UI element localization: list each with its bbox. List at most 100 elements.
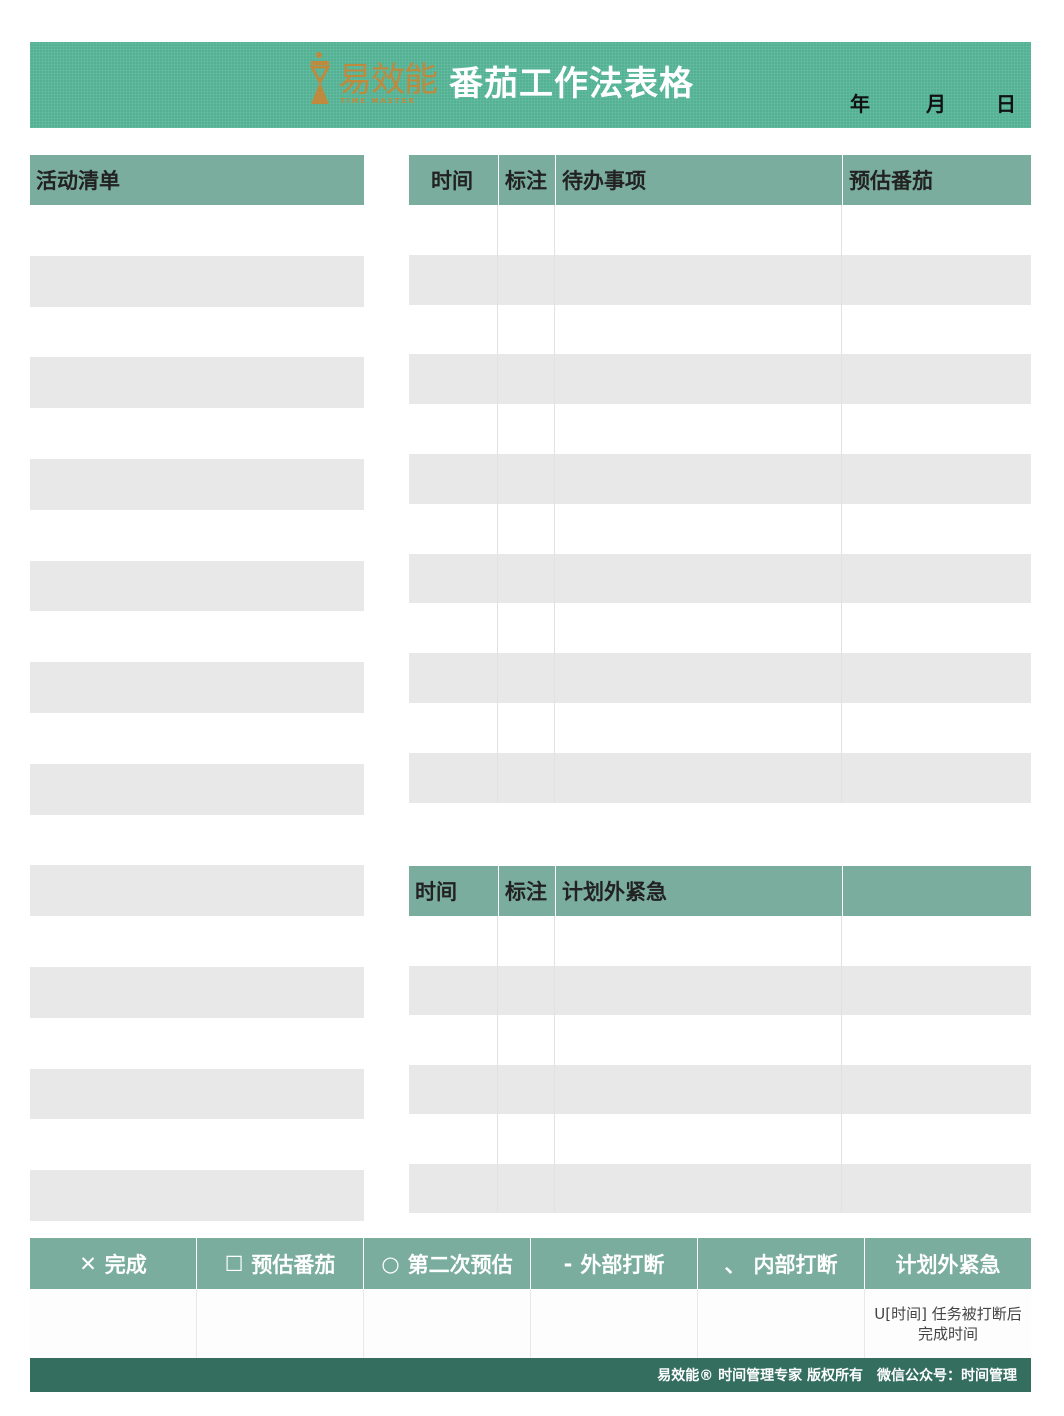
activity-row[interactable]: [30, 509, 364, 561]
activity-row[interactable]: [30, 1170, 364, 1221]
todo-cell[interactable]: [842, 653, 1031, 703]
activity-cell[interactable]: [30, 611, 364, 662]
urgent-cell[interactable]: [842, 966, 1031, 1016]
activity-row[interactable]: [30, 865, 364, 917]
activity-row[interactable]: [30, 255, 364, 307]
urgent-cell[interactable]: [555, 916, 842, 966]
todo-cell[interactable]: [409, 304, 498, 355]
todo-row[interactable]: [409, 703, 1031, 753]
todo-row[interactable]: [409, 205, 1031, 255]
todo-cell[interactable]: [409, 752, 498, 803]
urgent-row[interactable]: [409, 1163, 1031, 1214]
activity-row[interactable]: [30, 916, 364, 967]
todo-cell[interactable]: [409, 454, 498, 504]
urgent-cell[interactable]: [842, 1015, 1031, 1065]
todo-row[interactable]: [409, 603, 1031, 654]
todo-cell[interactable]: [555, 752, 842, 803]
todo-cell[interactable]: [498, 404, 555, 454]
urgent-row[interactable]: [409, 916, 1031, 966]
todo-cell[interactable]: [842, 404, 1031, 454]
activity-cell[interactable]: [30, 205, 364, 256]
todo-cell[interactable]: [842, 703, 1031, 753]
activity-cell[interactable]: [30, 1119, 364, 1170]
activity-row[interactable]: [30, 611, 364, 663]
activity-row[interactable]: [30, 662, 364, 713]
todo-row[interactable]: [409, 304, 1031, 355]
todo-row[interactable]: [409, 404, 1031, 454]
activity-row[interactable]: [30, 1017, 364, 1069]
urgent-row[interactable]: [409, 1114, 1031, 1164]
todo-cell[interactable]: [409, 703, 498, 753]
todo-cell[interactable]: [409, 205, 498, 255]
activity-row[interactable]: [30, 459, 364, 510]
activity-row[interactable]: [30, 763, 364, 815]
urgent-cell[interactable]: [409, 1114, 498, 1164]
todo-cell[interactable]: [498, 304, 555, 355]
activity-row[interactable]: [30, 205, 364, 256]
urgent-cell[interactable]: [409, 1015, 498, 1065]
activity-cell[interactable]: [30, 1069, 364, 1120]
urgent-cell[interactable]: [498, 916, 555, 966]
todo-cell[interactable]: [842, 205, 1031, 255]
urgent-cell[interactable]: [498, 965, 555, 1015]
todo-cell[interactable]: [842, 255, 1031, 305]
todo-cell[interactable]: [409, 653, 498, 703]
todo-cell[interactable]: [409, 553, 498, 604]
urgent-cell[interactable]: [842, 916, 1031, 966]
todo-cell[interactable]: [409, 503, 498, 554]
activity-cell[interactable]: [30, 662, 364, 713]
urgent-cell[interactable]: [842, 1065, 1031, 1115]
activity-cell[interactable]: [30, 764, 364, 815]
todo-cell[interactable]: [409, 404, 498, 454]
activity-cell[interactable]: [30, 256, 364, 307]
activity-row[interactable]: [30, 814, 364, 866]
todo-cell[interactable]: [498, 254, 555, 305]
todo-cell[interactable]: [409, 603, 498, 654]
activity-cell[interactable]: [30, 510, 364, 561]
todo-cell[interactable]: [555, 304, 842, 355]
todo-cell[interactable]: [498, 703, 555, 753]
todo-cell[interactable]: [555, 703, 842, 753]
activity-row[interactable]: [30, 560, 364, 612]
urgent-cell[interactable]: [498, 1064, 555, 1114]
todo-row[interactable]: [409, 653, 1031, 703]
todo-cell[interactable]: [498, 653, 555, 703]
activity-cell[interactable]: [30, 561, 364, 612]
activity-cell[interactable]: [30, 916, 364, 967]
todo-row[interactable]: [409, 752, 1031, 803]
todo-cell[interactable]: [498, 752, 555, 803]
activity-row[interactable]: [30, 713, 364, 764]
urgent-cell[interactable]: [498, 1114, 555, 1164]
todo-row[interactable]: [409, 354, 1031, 405]
activity-cell[interactable]: [30, 967, 364, 1018]
todo-cell[interactable]: [842, 305, 1031, 355]
todo-cell[interactable]: [842, 354, 1031, 404]
todo-row[interactable]: [409, 254, 1031, 305]
urgent-row[interactable]: [409, 1064, 1031, 1115]
todo-cell[interactable]: [498, 354, 555, 405]
todo-cell[interactable]: [555, 553, 842, 604]
activity-row[interactable]: [30, 306, 364, 358]
todo-cell[interactable]: [842, 753, 1031, 803]
todo-row[interactable]: [409, 553, 1031, 604]
urgent-cell[interactable]: [555, 1064, 842, 1114]
todo-cell[interactable]: [842, 454, 1031, 504]
activity-cell[interactable]: [30, 1018, 364, 1069]
activity-cell[interactable]: [30, 713, 364, 764]
todo-cell[interactable]: [498, 603, 555, 654]
todo-row[interactable]: [409, 503, 1031, 554]
todo-cell[interactable]: [555, 503, 842, 554]
todo-cell[interactable]: [842, 504, 1031, 554]
activity-row[interactable]: [30, 408, 364, 459]
urgent-cell[interactable]: [555, 965, 842, 1015]
todo-cell[interactable]: [842, 603, 1031, 653]
activity-row[interactable]: [30, 1119, 364, 1171]
todo-cell[interactable]: [555, 454, 842, 504]
urgent-cell[interactable]: [842, 1164, 1031, 1214]
urgent-cell[interactable]: [555, 1114, 842, 1164]
activity-cell[interactable]: [30, 357, 364, 408]
urgent-row[interactable]: [409, 1015, 1031, 1065]
todo-cell[interactable]: [498, 503, 555, 554]
urgent-row[interactable]: [409, 965, 1031, 1016]
todo-cell[interactable]: [555, 653, 842, 703]
